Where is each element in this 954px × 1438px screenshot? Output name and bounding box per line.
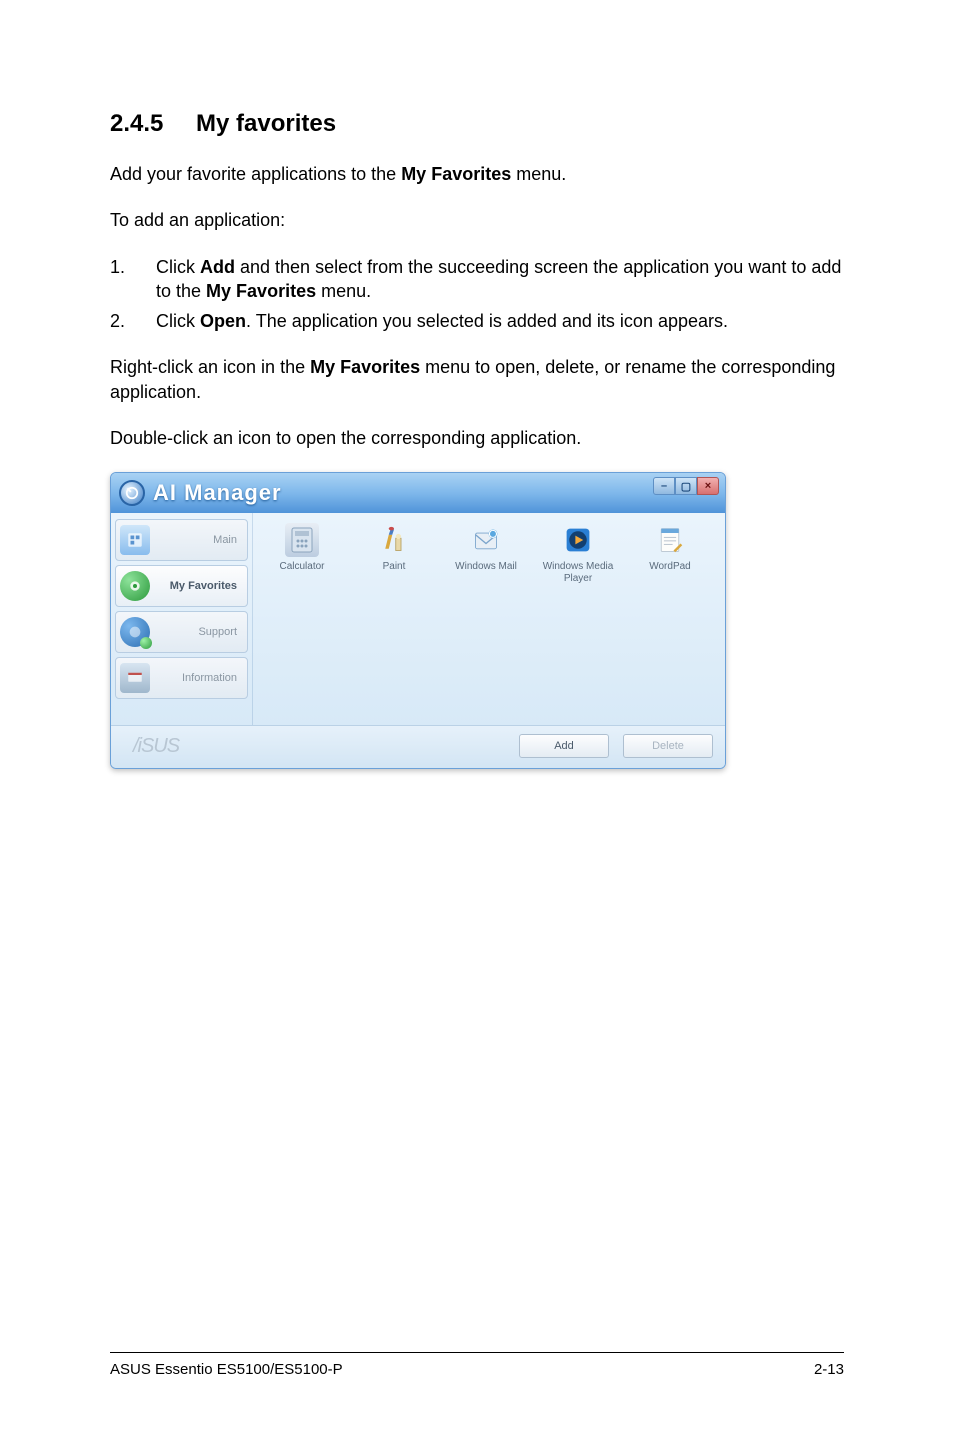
steps-list: 1. Click Add and then select from the su… [110,255,844,334]
information-icon [120,663,150,693]
sidebar-item-support[interactable]: Support [115,611,248,653]
ai-manager-window: AI Manager – ▢ × Main My Favorites [110,472,726,769]
sidebar-item-label: Information [156,672,241,684]
section-number: 2.4.5 [110,110,196,138]
footer-left: ASUS Essentio ES5100/ES5100-P [110,1361,343,1378]
favorite-label: Windows Mail [455,561,517,585]
section-heading: 2.4.5My favorites [110,110,844,138]
text: . The application you selected is added … [246,311,728,331]
section-title: My favorites [196,110,336,137]
favorite-app-windows-mail[interactable]: Windows Mail [447,523,525,585]
text: menu. [316,281,371,301]
sidebar-item-my-favorites[interactable]: My Favorites [115,565,248,607]
favorite-label: Calculator [279,561,324,585]
maximize-icon: ▢ [681,480,691,493]
app-logo-icon [119,480,145,506]
text-bold: My Favorites [310,357,420,377]
step-item: 1. Click Add and then select from the su… [110,255,844,304]
step-number: 2. [110,309,156,333]
calculator-icon [285,523,319,557]
favorite-app-calculator[interactable]: Calculator [263,523,341,585]
sidebar-item-label: Main [156,534,241,546]
page-footer: ASUS Essentio ES5100/ES5100-P 2-13 [110,1352,844,1378]
mail-icon [469,523,503,557]
text: Click [156,257,200,277]
sidebar-item-information[interactable]: Information [115,657,248,699]
text: menu. [511,164,566,184]
add-button[interactable]: Add [519,734,609,758]
titlebar[interactable]: AI Manager – ▢ × [111,473,725,513]
window-footer: /iSUS Add Delete [111,725,725,768]
button-label: Delete [652,740,684,752]
intro-para-2: To add an application: [110,208,844,232]
content-pane: Calculator Paint Windows Mail [253,513,725,725]
sidebar-item-label: My Favorites [156,580,241,592]
minimize-icon: – [661,480,667,492]
step-item: 2. Click Open. The application you selec… [110,309,844,333]
media-player-icon [561,523,595,557]
favorite-label: Windows Media Player [539,561,617,585]
para-rightclick: Right-click an icon in the My Favorites … [110,355,844,404]
sidebar-item-label: Support [156,626,241,638]
button-label: Add [554,740,574,752]
footer-right: 2-13 [814,1361,844,1378]
text-bold: Add [200,257,235,277]
text-bold: My Favorites [401,164,511,184]
minimize-button[interactable]: – [653,477,675,495]
paint-icon [377,523,411,557]
favorites-icon [120,571,150,601]
favorite-label: WordPad [649,561,691,585]
text: Click [156,311,200,331]
favorite-app-paint[interactable]: Paint [355,523,433,585]
sidebar-item-main[interactable]: Main [115,519,248,561]
favorite-label: Paint [383,561,406,585]
step-number: 1. [110,255,156,304]
support-icon [120,617,150,647]
text: Right-click an icon in the [110,357,310,377]
favorite-app-windows-media-player[interactable]: Windows Media Player [539,523,617,585]
intro-para-1: Add your favorite applications to the My… [110,162,844,186]
main-icon [120,525,150,555]
wordpad-icon [653,523,687,557]
step-text: Click Open. The application you selected… [156,309,844,333]
brand-logo: /iSUS [123,735,505,758]
window-body: Main My Favorites Support Information [111,513,725,725]
sidebar: Main My Favorites Support Information [111,513,253,725]
text: Add your favorite applications to the [110,164,401,184]
text-bold: Open [200,311,246,331]
close-icon: × [705,480,711,492]
close-button[interactable]: × [697,477,719,495]
window-title: AI Manager [153,480,282,506]
text-bold: My Favorites [206,281,316,301]
delete-button[interactable]: Delete [623,734,713,758]
favorite-app-wordpad[interactable]: WordPad [631,523,709,585]
maximize-button[interactable]: ▢ [675,477,697,495]
para-doubleclick: Double-click an icon to open the corresp… [110,426,844,450]
step-text: Click Add and then select from the succe… [156,255,844,304]
favorites-grid: Calculator Paint Windows Mail [263,523,715,585]
window-controls: – ▢ × [653,477,719,495]
